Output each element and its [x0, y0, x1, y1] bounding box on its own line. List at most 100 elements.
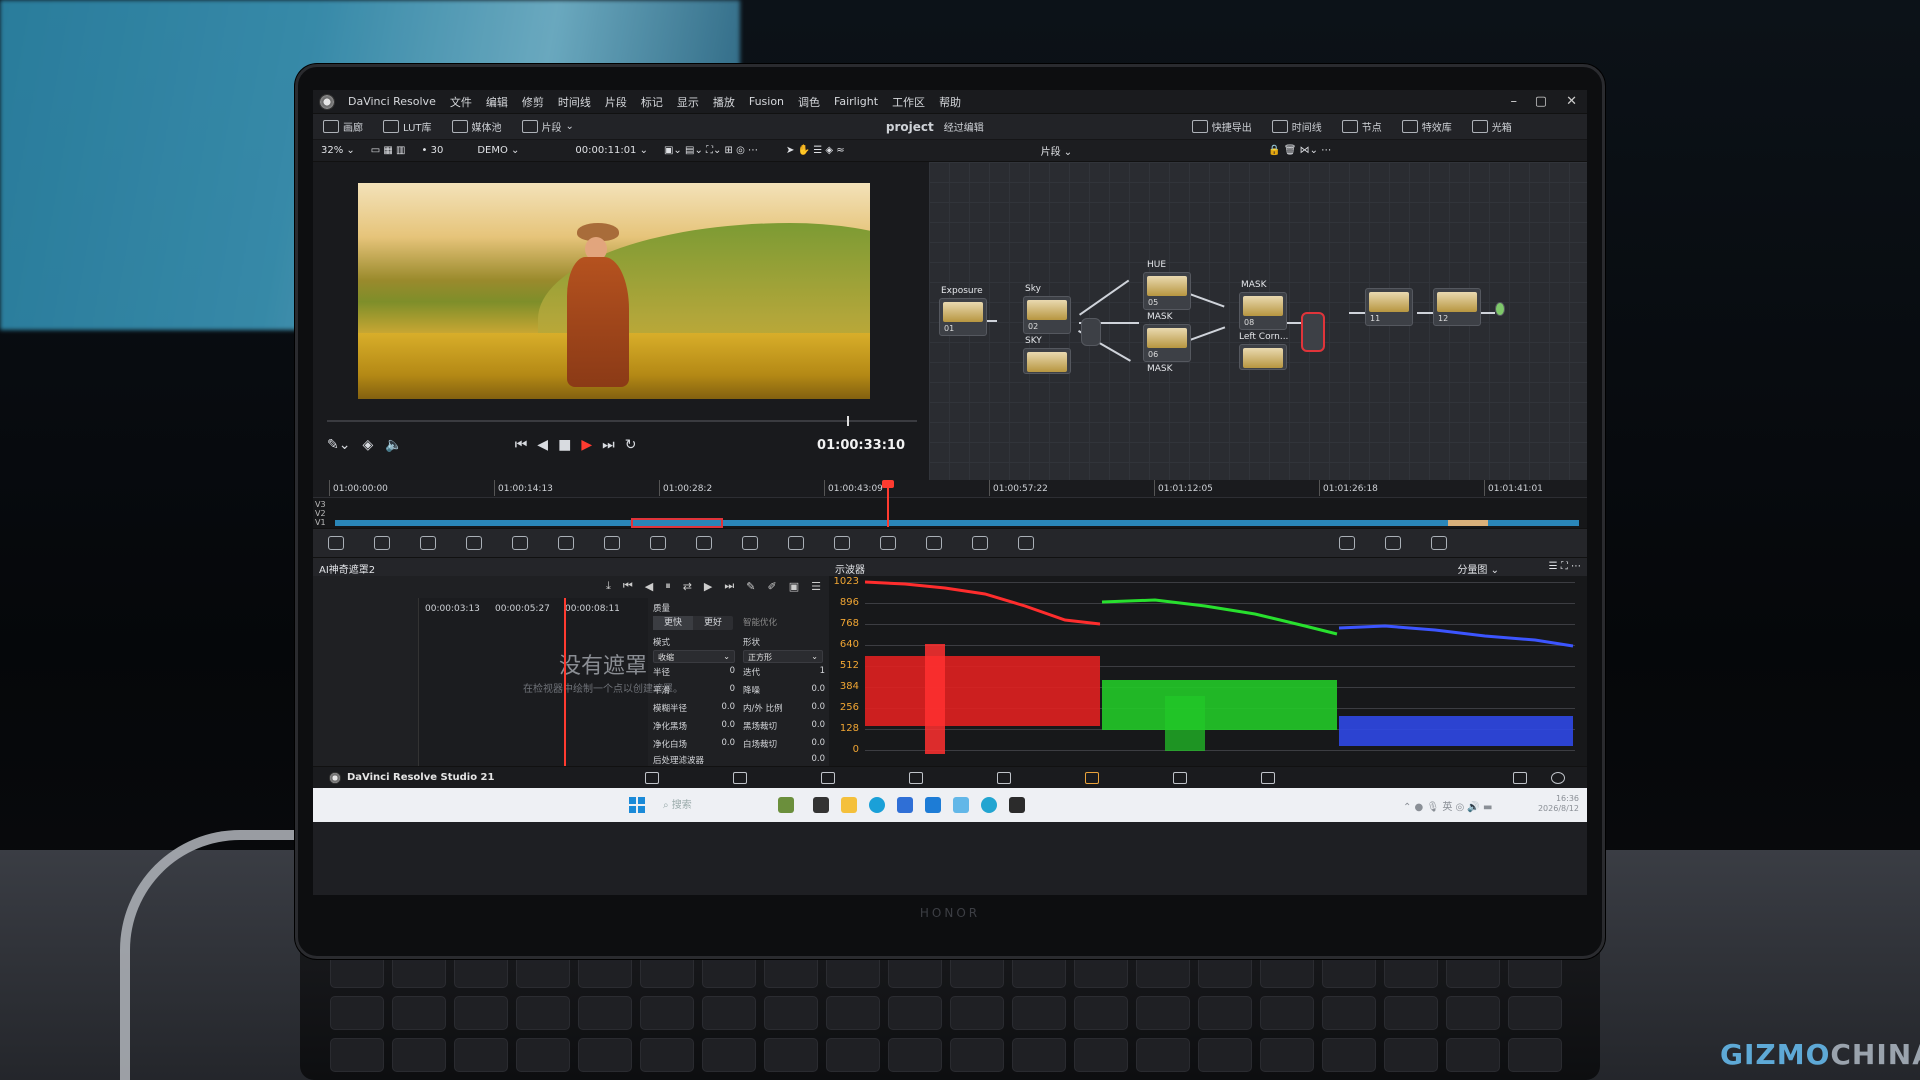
bidirectional-icon[interactable]: ⇄: [683, 580, 692, 593]
smooth-value[interactable]: 0: [721, 684, 735, 694]
qualifier-icon[interactable]: [696, 536, 712, 550]
media-page-icon[interactable]: [645, 772, 659, 784]
scopes-icon[interactable]: [1385, 536, 1401, 550]
blur-row[interactable]: 模糊半径 0.0 内/外 比例 0.0: [649, 702, 829, 718]
edge-icon[interactable]: [869, 797, 885, 813]
color-page-icon[interactable]: [1085, 772, 1099, 784]
menu-clip[interactable]: 片段: [598, 94, 634, 110]
app3-icon[interactable]: [981, 797, 997, 813]
video-frame[interactable]: [358, 183, 870, 399]
windows-start-icon[interactable]: [629, 797, 645, 813]
quick-export-button[interactable]: 快捷导出: [1182, 119, 1262, 134]
stills-icon[interactable]: [1339, 536, 1355, 550]
stop-icon[interactable]: ■: [558, 437, 571, 453]
menu-color[interactable]: 调色: [791, 94, 827, 110]
timecode-select[interactable]: 00:00:11:01 ⌄: [567, 145, 656, 156]
menu-help[interactable]: 帮助: [932, 94, 968, 110]
denoise-value[interactable]: 0.0: [811, 684, 825, 694]
effects-button[interactable]: 特效库: [1392, 119, 1462, 134]
menu-trim[interactable]: 修剪: [515, 94, 551, 110]
blur-radius-value[interactable]: 0.0: [711, 702, 735, 712]
lut-button[interactable]: LUT库: [373, 119, 442, 134]
menu-workspace[interactable]: 工作区: [885, 94, 932, 110]
menu-mark[interactable]: 标记: [634, 94, 670, 110]
node-12[interactable]: 12: [1433, 288, 1481, 326]
menu-file[interactable]: 文件: [443, 94, 479, 110]
tracker-icon[interactable]: [834, 536, 850, 550]
menu-view[interactable]: 显示: [670, 94, 706, 110]
color-warper-icon[interactable]: [650, 536, 666, 550]
settings-icon[interactable]: ☰: [811, 580, 821, 593]
zoom-select[interactable]: 32% ⌄: [313, 145, 363, 156]
picker-icon[interactable]: ✎⌄: [327, 437, 350, 453]
skip-back-icon[interactable]: ⏮: [515, 437, 528, 453]
tray-icons[interactable]: ⌃ ● 🎙 英 ◎ 🔊 ▬: [1403, 798, 1493, 813]
mode-dropdown[interactable]: 收缩 ⌄: [653, 650, 735, 663]
white-clip-value[interactable]: 0.0: [811, 738, 825, 748]
node-11[interactable]: 11: [1365, 288, 1413, 326]
clean-black-row[interactable]: 净化黑场 0.0 黑场裁切 0.0: [649, 720, 829, 736]
pen-add-icon[interactable]: ✎: [746, 580, 755, 593]
camera-raw-icon[interactable]: [328, 536, 344, 550]
viewer-scrubber[interactable]: [327, 416, 917, 426]
smooth-row[interactable]: 平滑 0 降噪 0.0: [649, 684, 829, 700]
faster-option[interactable]: 更快: [653, 616, 693, 630]
node-01[interactable]: 01: [939, 298, 987, 336]
post-filter-value[interactable]: 0.0: [811, 754, 825, 764]
fusion-page-icon[interactable]: [909, 772, 923, 784]
primaries-icon[interactable]: [420, 536, 436, 550]
curves-icon[interactable]: [604, 536, 620, 550]
store-icon[interactable]: [897, 797, 913, 813]
window-icon[interactable]: [788, 536, 804, 550]
track-end-icon[interactable]: ⏭: [724, 579, 734, 593]
clean-white-row[interactable]: 净化白场 0.0 白场裁切 0.0: [649, 738, 829, 754]
clip-strip[interactable]: [335, 520, 1579, 526]
taskbar-search[interactable]: ⌕ 搜索: [663, 796, 773, 814]
menu-fairlight[interactable]: Fairlight: [827, 95, 885, 108]
pause-icon[interactable]: ⏸: [665, 579, 671, 593]
magic-mask-icon[interactable]: [742, 536, 758, 550]
edit-page-icon[interactable]: [821, 772, 835, 784]
iterations-value[interactable]: 1: [820, 666, 825, 676]
timeline-ruler[interactable]: 01:00:00:00 01:00:14:13 01:00:28:2 01:00…: [313, 480, 1587, 498]
mini-timeline[interactable]: V3 V2 V1: [313, 498, 1587, 528]
black-clip-value[interactable]: 0.0: [811, 720, 825, 730]
track-reverse-icon[interactable]: ◀: [645, 580, 653, 593]
info-icon[interactable]: [1431, 536, 1447, 550]
scope-mode-select[interactable]: 分量图 ⌄: [1457, 561, 1499, 576]
3d-icon[interactable]: [1018, 536, 1034, 550]
timeline-button[interactable]: 时间线: [1262, 119, 1332, 134]
radius-row[interactable]: 半径 0 迭代 1: [649, 666, 829, 682]
node-05[interactable]: 05: [1143, 272, 1191, 310]
rgb-mixer-icon[interactable]: [512, 536, 528, 550]
pen-sub-icon[interactable]: ✐: [768, 580, 777, 593]
gear-icon[interactable]: [1551, 772, 1565, 784]
radius-value[interactable]: 0: [721, 666, 735, 676]
volume-icon[interactable]: 🔈: [385, 437, 402, 453]
menu-playback[interactable]: 播放: [706, 94, 742, 110]
timeline-select[interactable]: DEMO ⌄: [469, 145, 527, 156]
input-language[interactable]: 英: [1442, 802, 1452, 813]
track-forward-icon[interactable]: ▶: [704, 580, 712, 593]
blur-icon[interactable]: [880, 536, 896, 550]
app-icon[interactable]: [925, 797, 941, 813]
timeline-playhead[interactable]: [882, 480, 894, 527]
widgets-icon[interactable]: [778, 797, 794, 813]
app2-icon[interactable]: [953, 797, 969, 813]
clips-button[interactable]: 片段 ⌄: [512, 119, 584, 134]
color-match-icon[interactable]: [374, 536, 390, 550]
viewer-tools-icon[interactable]: ▣⌄ ▤⌄ ⛶⌄ ⊞ ◎ ⋯: [656, 145, 766, 156]
key-icon[interactable]: [926, 536, 942, 550]
taskbar-clock[interactable]: 16:36 2026/8/12: [1538, 794, 1579, 814]
deliver-page-icon[interactable]: [1261, 772, 1275, 784]
motion-effects-icon[interactable]: [558, 536, 574, 550]
better-option[interactable]: 更好: [693, 616, 733, 630]
node-tools-icon[interactable]: ➤ ✋ ☰ ◈ ≈: [778, 145, 853, 156]
maximize-icon[interactable]: ▢: [1535, 94, 1547, 109]
close-icon[interactable]: ✕: [1566, 94, 1577, 109]
fairlight-page-icon[interactable]: [1173, 772, 1187, 784]
track-in-icon[interactable]: ⤓: [606, 579, 611, 593]
node-08[interactable]: 08: [1239, 292, 1287, 330]
layout-icon[interactable]: ▭ ▦ ▥: [363, 145, 414, 156]
nodes-button[interactable]: 节点: [1332, 119, 1392, 134]
